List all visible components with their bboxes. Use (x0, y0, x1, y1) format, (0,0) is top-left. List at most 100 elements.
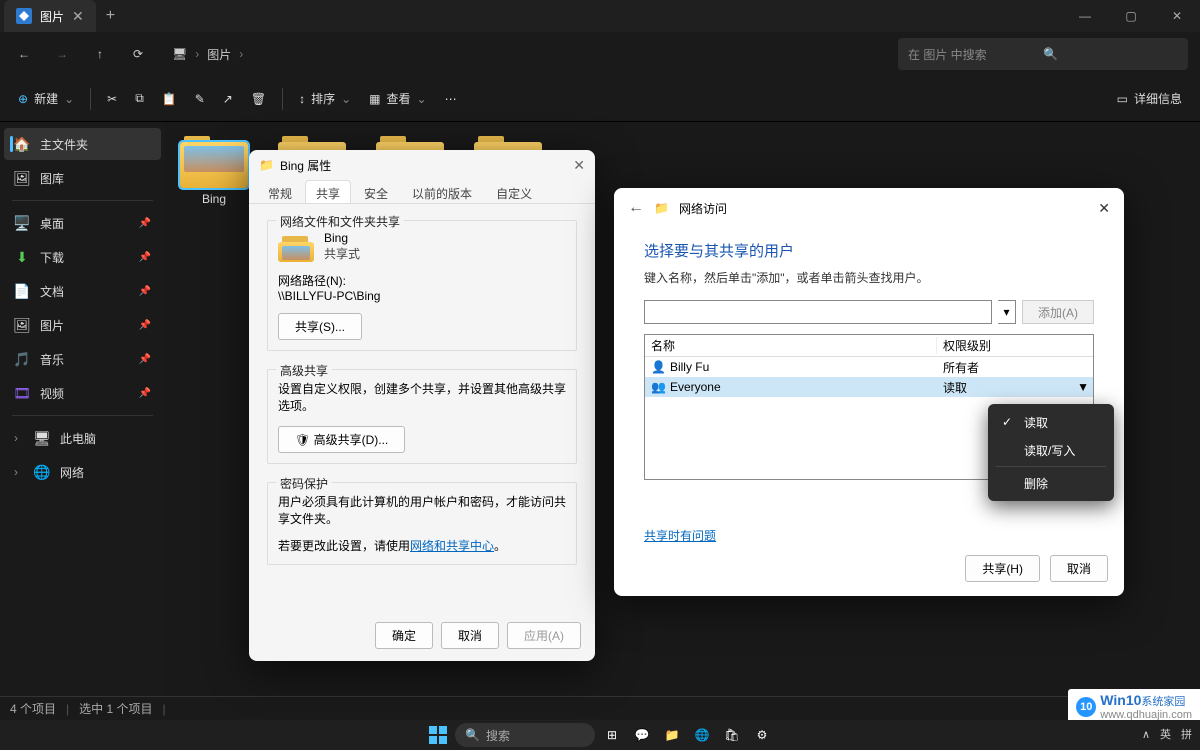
tray-chevron[interactable]: ∧ (1142, 728, 1150, 741)
tab-title: 图片 (40, 8, 64, 25)
desktop-icon: 🖥️ (14, 215, 30, 231)
rename-button[interactable]: ✎ (187, 82, 213, 116)
more-button[interactable]: ⋯ (437, 82, 465, 116)
user-icon: 👤 (651, 360, 666, 374)
forward-button[interactable]: → (44, 36, 80, 72)
paste-button[interactable]: 📋 (154, 82, 185, 116)
taskbar-explorer[interactable]: 📁 (659, 722, 685, 748)
pin-icon: 📌 (139, 354, 151, 365)
share-name: Bing (324, 231, 360, 245)
minimize-button[interactable]: — (1062, 0, 1108, 32)
start-button[interactable] (425, 722, 451, 748)
view-button[interactable]: ▦ 查看 ⌄ (361, 82, 434, 116)
apply-button[interactable]: 应用(A) (507, 622, 581, 649)
user-input[interactable] (644, 300, 992, 324)
permission-dropdown[interactable]: ▼ (1077, 380, 1089, 394)
cancel-button[interactable]: 取消 (1050, 555, 1108, 582)
folder-item-bing[interactable]: Bing (175, 132, 253, 206)
maximize-button[interactable]: ▢ (1108, 0, 1154, 32)
home-icon: 🏠 (14, 136, 30, 152)
address-bar[interactable]: 🖥 › 图片 › (166, 38, 888, 70)
close-button[interactable]: ✕ (1154, 0, 1200, 32)
menu-readwrite[interactable]: 读取/写入 (992, 436, 1110, 464)
properties-dialog: 📁 Bing 属性 ✕ 常规 共享 安全 以前的版本 自定义 网络文件和文件夹共… (249, 150, 595, 661)
breadcrumb-pictures[interactable]: 图片 (207, 46, 231, 63)
refresh-button[interactable]: ⟳ (120, 36, 156, 72)
new-tab-button[interactable]: + (96, 7, 125, 25)
share-button[interactable]: 共享(S)... (278, 313, 362, 340)
sidebar-desktop[interactable]: 🖥️桌面📌 (4, 207, 161, 239)
status-bar: 4 个项目 | 选中 1 个项目 | ☰ ▦ (0, 696, 1200, 720)
share-status: 共享式 (324, 245, 360, 262)
logo-icon: 10 (1076, 697, 1096, 717)
taskbar-edge[interactable]: 🌐 (689, 722, 715, 748)
task-view-button[interactable]: ⊞ (599, 722, 625, 748)
taskbar-app[interactable]: 💬 (629, 722, 655, 748)
taskbar-settings[interactable]: ⚙ (749, 722, 775, 748)
taskbar-search[interactable]: 🔍搜索 (455, 723, 595, 747)
system-tray[interactable]: ∧ 英 拼 (1142, 720, 1192, 748)
sort-button[interactable]: ↕ 排序 ⌄ (291, 82, 359, 116)
sidebar-network[interactable]: ›🌐网络 (4, 456, 161, 488)
cut-button[interactable]: ✂ (99, 82, 125, 116)
copy-button[interactable]: ⧉ (127, 82, 152, 116)
col-perm[interactable]: 权限级别 (937, 337, 1093, 354)
col-name[interactable]: 名称 (645, 337, 937, 354)
delete-button[interactable]: 🗑 (243, 82, 274, 116)
tab-customize[interactable]: 自定义 (485, 180, 543, 203)
up-button[interactable]: ↑ (82, 36, 118, 72)
search-box[interactable]: 在 图片 中搜索 🔍 (898, 38, 1188, 70)
ime-lang[interactable]: 英 (1160, 726, 1171, 742)
cancel-button[interactable]: 取消 (441, 622, 499, 649)
sidebar-music[interactable]: 🎵音乐📌 (4, 343, 161, 375)
back-button[interactable]: ← (6, 36, 42, 72)
sidebar-pictures[interactable]: 🖼图片📌 (4, 309, 161, 341)
dropdown-button[interactable]: ▾ (998, 300, 1016, 324)
download-icon: ⬇ (14, 249, 30, 265)
group-title: 网络文件和文件夹共享 (276, 213, 404, 230)
share-confirm-button[interactable]: 共享(H) (965, 555, 1040, 582)
close-icon[interactable]: ✕ (573, 157, 585, 174)
new-button[interactable]: ⊕新建⌄ (10, 82, 82, 116)
properties-tabs: 常规 共享 安全 以前的版本 自定义 (249, 180, 595, 204)
tab-general[interactable]: 常规 (257, 180, 303, 203)
sidebar-gallery[interactable]: 🖼图库 (4, 162, 161, 194)
advanced-share-group: 高级共享 设置自定义权限，创建多个共享，并设置其他高级共享选项。 🛡 高级共享(… (267, 369, 577, 464)
menu-delete[interactable]: 删除 (992, 469, 1110, 497)
folder-icon: 📁 (654, 201, 669, 215)
user-row[interactable]: 👤Billy Fu 所有者 (645, 357, 1093, 377)
sidebar-thispc[interactable]: ›🖥此电脑 (4, 422, 161, 454)
tab-sharing[interactable]: 共享 (305, 180, 351, 203)
network-path: \\BILLYFU-PC\Bing (278, 289, 566, 303)
sidebar-documents[interactable]: 📄文档📌 (4, 275, 161, 307)
back-icon[interactable]: ← (628, 199, 644, 217)
close-icon[interactable]: ✕ (1098, 200, 1110, 217)
share-header-label: 网络访问 (679, 200, 727, 217)
network-center-link[interactable]: 网络和共享中心 (410, 539, 494, 553)
share-button[interactable]: ↗ (215, 82, 241, 116)
search-placeholder: 在 图片 中搜索 (908, 46, 1043, 63)
group-icon: 👥 (651, 380, 666, 394)
monitor-icon: 🖥 (172, 47, 187, 61)
sidebar-home[interactable]: 🏠主文件夹 (4, 128, 161, 160)
ime-mode[interactable]: 拼 (1181, 726, 1192, 742)
menu-read[interactable]: ✓读取 (992, 408, 1110, 436)
sidebar-videos[interactable]: 🎞视频📌 (4, 377, 161, 409)
pin-icon: 📌 (139, 286, 151, 297)
taskbar-store[interactable]: 🛍 (719, 722, 745, 748)
tab-previous[interactable]: 以前的版本 (401, 180, 483, 203)
advanced-share-button[interactable]: 🛡 高级共享(D)... (278, 426, 405, 453)
tab-security[interactable]: 安全 (353, 180, 399, 203)
chevron-right-icon: › (239, 47, 243, 61)
tab-close-icon[interactable]: ✕ (72, 8, 84, 25)
add-button[interactable]: 添加(A) (1022, 300, 1094, 324)
window-tab[interactable]: 图片 ✕ (4, 0, 96, 32)
user-row-selected[interactable]: 👥Everyone 读取▼ (645, 377, 1093, 397)
ok-button[interactable]: 确定 (375, 622, 433, 649)
details-pane-button[interactable]: ▭ 详细信息 (1109, 82, 1190, 116)
sidebar-downloads[interactable]: ⬇下载📌 (4, 241, 161, 273)
shield-icon: 🛡 (295, 433, 310, 447)
sharing-issue-link[interactable]: 共享时有问题 (644, 527, 716, 544)
video-icon: 🎞 (14, 385, 30, 401)
dialog-titlebar[interactable]: 📁 Bing 属性 ✕ (249, 150, 595, 180)
